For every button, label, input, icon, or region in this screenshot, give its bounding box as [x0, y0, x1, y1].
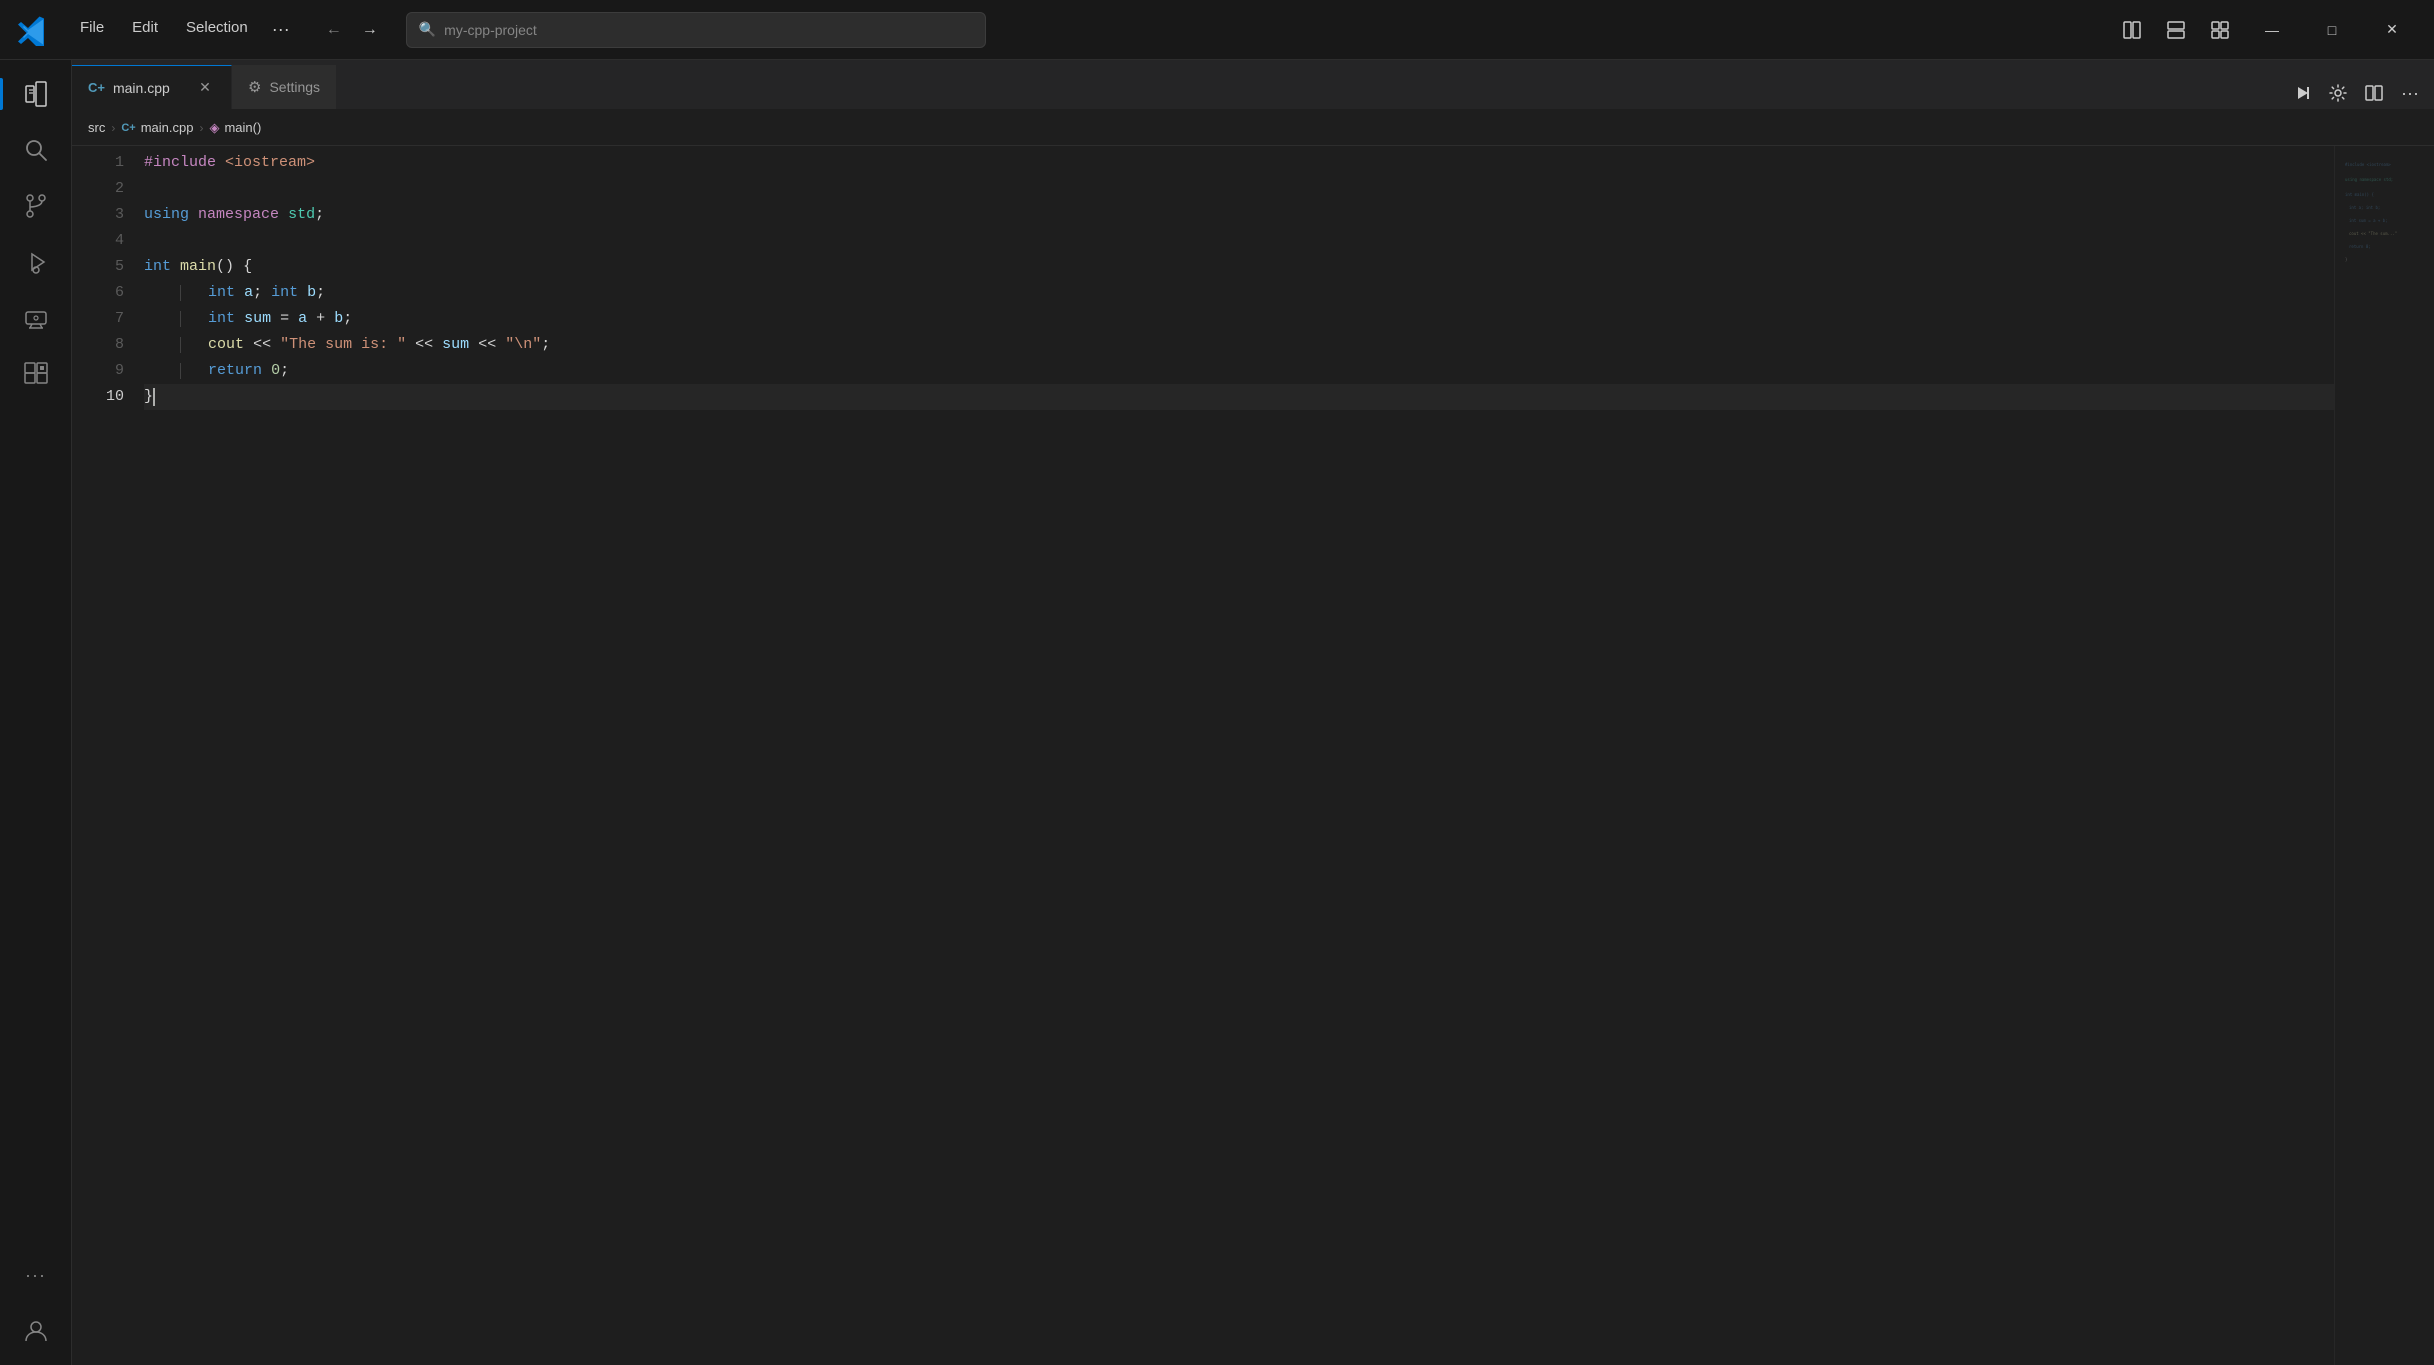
code-line-6: int a; int b;	[144, 280, 2334, 306]
settings-gear-button[interactable]	[2322, 77, 2354, 109]
main-layout: ··· C+ main.cpp ✕ ⚙ Settings	[0, 60, 2434, 1365]
svg-text:using namespace std;: using namespace std;	[2345, 177, 2393, 182]
code-line-4	[144, 228, 2334, 254]
breadcrumb: src › C+ main.cpp › ◈ main()	[72, 110, 2434, 146]
vscode-logo-icon	[16, 14, 48, 46]
breadcrumb-sep-1: ›	[111, 121, 115, 135]
search-icon: 🔍	[419, 21, 436, 38]
activity-more[interactable]: ···	[10, 1249, 62, 1301]
code-line-2	[144, 176, 2334, 202]
svg-text:int sum = a + b;: int sum = a + b;	[2349, 218, 2388, 223]
code-line-1: #include <iostream>	[144, 150, 2334, 176]
line-num-10: 10	[72, 384, 132, 410]
tab-settings-label: Settings	[269, 79, 320, 95]
tab-bar-actions: ···	[2286, 77, 2434, 109]
breadcrumb-sep-2: ›	[199, 121, 203, 135]
breadcrumb-src[interactable]: src	[88, 120, 105, 135]
svg-text:int a; int b;: int a; int b;	[2349, 205, 2380, 210]
line-num-1: 1	[72, 150, 132, 176]
nav-buttons: ← →	[318, 14, 386, 46]
breadcrumb-file-icon: C+	[121, 122, 135, 134]
line-num-6: 6	[72, 280, 132, 306]
menu-bar: File Edit Selection ···	[68, 15, 298, 44]
code-editor[interactable]: 1 2 3 4 5 6 7 8 9 10 #include <iostream>	[72, 146, 2434, 1365]
titlebar: File Edit Selection ··· ← → 🔍 my-cpp-pro…	[0, 0, 2434, 60]
code-line-9: return 0;	[144, 358, 2334, 384]
back-button[interactable]: ←	[318, 14, 350, 46]
activity-explorer[interactable]	[10, 68, 62, 120]
more-actions-button[interactable]: ···	[2394, 77, 2426, 109]
breadcrumb-func-name: main()	[224, 120, 261, 135]
line-num-3: 3	[72, 202, 132, 228]
maximize-button[interactable]: □	[2306, 12, 2358, 48]
editor-area: C+ main.cpp ✕ ⚙ Settings	[72, 60, 2434, 1365]
tab-close-button[interactable]: ✕	[195, 78, 215, 98]
minimap: #include <iostream> using namespace std;…	[2334, 146, 2434, 1365]
line-num-5: 5	[72, 254, 132, 280]
layout-icon-2[interactable]	[2158, 12, 2194, 48]
forward-button[interactable]: →	[354, 14, 386, 46]
edit-menu[interactable]: Edit	[120, 15, 170, 44]
activity-remote-explorer[interactable]	[10, 292, 62, 344]
tab-settings-icon: ⚙	[248, 78, 261, 96]
split-editor-button[interactable]	[2358, 77, 2390, 109]
code-line-5: int main() {	[144, 254, 2334, 280]
code-content[interactable]: #include <iostream> using namespace std;…	[144, 146, 2334, 1365]
close-button[interactable]: ✕	[2366, 12, 2418, 48]
svg-text:cout << "The sum...": cout << "The sum..."	[2349, 231, 2397, 236]
tab-bar: C+ main.cpp ✕ ⚙ Settings	[72, 60, 2434, 110]
line-num-4: 4	[72, 228, 132, 254]
activity-run-debug[interactable]	[10, 236, 62, 288]
minimize-button[interactable]: —	[2246, 12, 2298, 48]
activity-account[interactable]	[10, 1305, 62, 1357]
line-num-7: 7	[72, 306, 132, 332]
breadcrumb-func-icon: ◈	[209, 120, 219, 136]
search-bar[interactable]: 🔍 my-cpp-project	[406, 12, 986, 48]
tab-main-cpp-label: main.cpp	[113, 80, 170, 96]
line-num-2: 2	[72, 176, 132, 202]
activity-bar-bottom: ···	[10, 1249, 62, 1357]
activity-bar: ···	[0, 60, 72, 1365]
window-controls: — □ ✕	[2114, 12, 2418, 48]
code-line-8: cout << "The sum is: " << sum << "\n";	[144, 332, 2334, 358]
line-num-9: 9	[72, 358, 132, 384]
svg-text:int main() {: int main() {	[2345, 192, 2374, 197]
line-numbers: 1 2 3 4 5 6 7 8 9 10	[72, 146, 144, 1365]
breadcrumb-func[interactable]: ◈ main()	[209, 120, 261, 136]
search-text: my-cpp-project	[444, 22, 537, 38]
file-menu[interactable]: File	[68, 15, 116, 44]
run-split-button[interactable]	[2286, 77, 2318, 109]
breadcrumb-file-name: main.cpp	[141, 120, 194, 135]
selection-menu[interactable]: Selection	[174, 15, 260, 44]
line-num-8: 8	[72, 332, 132, 358]
activity-extensions[interactable]	[10, 348, 62, 400]
activity-source-control[interactable]	[10, 180, 62, 232]
code-line-10: }	[144, 384, 2334, 410]
code-line-7: int sum = a + b;	[144, 306, 2334, 332]
svg-text:#include <iostream>: #include <iostream>	[2345, 162, 2391, 167]
tab-cpp-icon: C+	[88, 80, 105, 95]
activity-search[interactable]	[10, 124, 62, 176]
svg-text:}: }	[2345, 257, 2347, 262]
tab-settings[interactable]: ⚙ Settings	[232, 65, 337, 109]
tab-main-cpp[interactable]: C+ main.cpp ✕	[72, 65, 232, 109]
more-menu[interactable]: ···	[264, 15, 298, 44]
svg-text:return 0;: return 0;	[2349, 244, 2371, 249]
layout-icon-3[interactable]	[2202, 12, 2238, 48]
code-line-3: using namespace std;	[144, 202, 2334, 228]
breadcrumb-file[interactable]: C+ main.cpp	[121, 120, 193, 135]
layout-icon-1[interactable]	[2114, 12, 2150, 48]
